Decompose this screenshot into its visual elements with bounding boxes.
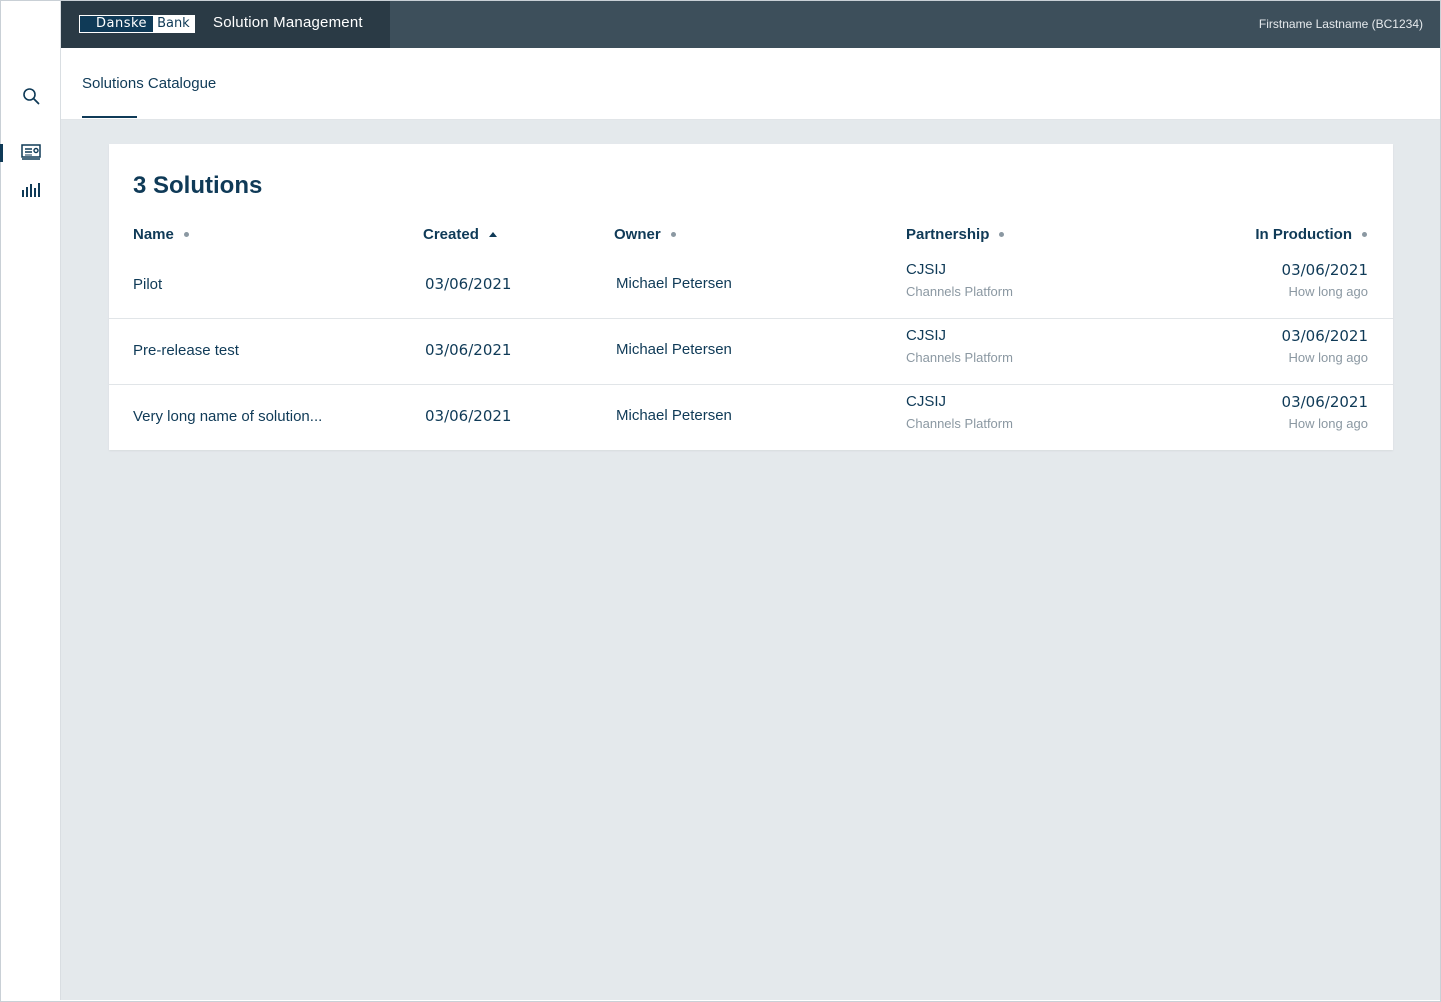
in-production-relative: How long ago bbox=[1288, 284, 1369, 299]
owner-name: Michael Petersen bbox=[616, 407, 732, 424]
tab-solutions-catalogue[interactable]: Solutions Catalogue bbox=[82, 75, 216, 92]
table-row[interactable]: Pre-release test 03/06/2021 Michael Pete… bbox=[109, 318, 1393, 384]
created-date: 03/06/2021 bbox=[425, 341, 512, 359]
logo-danske-text: Danske bbox=[80, 16, 154, 32]
column-header-partnership[interactable]: Partnership bbox=[906, 226, 1005, 243]
top-bar: Danske Bank Solution Management Firstnam… bbox=[61, 1, 1440, 48]
column-header-label: Partnership bbox=[906, 226, 990, 243]
row-divider bbox=[109, 384, 1393, 385]
in-production-relative: How long ago bbox=[1288, 416, 1369, 431]
column-header-label: In Production bbox=[1255, 226, 1352, 243]
column-header-owner[interactable]: Owner bbox=[614, 226, 676, 243]
column-header-label: Name bbox=[133, 226, 174, 243]
column-header-name[interactable]: Name bbox=[133, 226, 189, 243]
sort-indicator-icon bbox=[670, 232, 676, 237]
owner-name: Michael Petersen bbox=[616, 275, 732, 292]
tab-bar: Solutions Catalogue bbox=[61, 48, 1440, 120]
sort-ascending-icon bbox=[488, 232, 497, 237]
bar-chart-icon[interactable] bbox=[20, 179, 42, 201]
search-icon[interactable] bbox=[20, 85, 42, 107]
in-production-relative: How long ago bbox=[1288, 350, 1369, 365]
column-header-label: Created bbox=[423, 226, 479, 243]
column-header-label: Owner bbox=[614, 226, 661, 243]
in-production-date: 03/06/2021 bbox=[1281, 327, 1368, 345]
in-production-date: 03/06/2021 bbox=[1281, 261, 1368, 279]
brand-area[interactable]: Danske Bank Solution Management bbox=[61, 1, 390, 48]
app-title: Solution Management bbox=[213, 14, 363, 31]
danske-bank-logo: Danske Bank bbox=[79, 15, 195, 33]
row-divider bbox=[109, 318, 1393, 319]
page-title: 3 Solutions bbox=[133, 172, 263, 199]
partnership-code: CJSIJ bbox=[906, 393, 947, 410]
column-header-created[interactable]: Created bbox=[423, 226, 497, 243]
partnership-name: Channels Platform bbox=[906, 350, 1013, 365]
table-row[interactable]: Very long name of solution... 03/06/2021… bbox=[109, 384, 1393, 450]
logo-bank-text: Bank bbox=[153, 16, 194, 32]
partnership-code: CJSIJ bbox=[906, 327, 947, 344]
solution-name[interactable]: Pilot bbox=[133, 276, 162, 293]
owner-name: Michael Petersen bbox=[616, 341, 732, 358]
solutions-card: 3 Solutions Name Created Owner Partnersh… bbox=[109, 144, 1393, 450]
active-tab-underline bbox=[82, 116, 137, 118]
sidebar bbox=[0, 1, 61, 1000]
main-content: 3 Solutions Name Created Owner Partnersh… bbox=[61, 120, 1440, 1000]
created-date: 03/06/2021 bbox=[425, 275, 512, 293]
solution-name[interactable]: Pre-release test bbox=[133, 342, 239, 359]
partnership-name: Channels Platform bbox=[906, 284, 1013, 299]
solution-name[interactable]: Very long name of solution... bbox=[133, 408, 322, 425]
sidebar-active-indicator bbox=[0, 144, 3, 162]
partnership-name: Channels Platform bbox=[906, 416, 1013, 431]
partnership-code: CJSIJ bbox=[906, 261, 947, 278]
created-date: 03/06/2021 bbox=[425, 407, 512, 425]
sort-indicator-icon bbox=[183, 232, 189, 237]
table-row[interactable]: Pilot 03/06/2021 Michael Petersen CJSIJ … bbox=[109, 252, 1393, 318]
in-production-date: 03/06/2021 bbox=[1281, 393, 1368, 411]
column-header-in-production[interactable]: In Production bbox=[1255, 226, 1367, 243]
catalogue-icon[interactable] bbox=[20, 141, 42, 163]
sort-indicator-icon bbox=[1362, 232, 1367, 237]
sort-indicator-icon bbox=[999, 232, 1005, 237]
user-name[interactable]: Firstname Lastname (BC1234) bbox=[1259, 17, 1423, 31]
